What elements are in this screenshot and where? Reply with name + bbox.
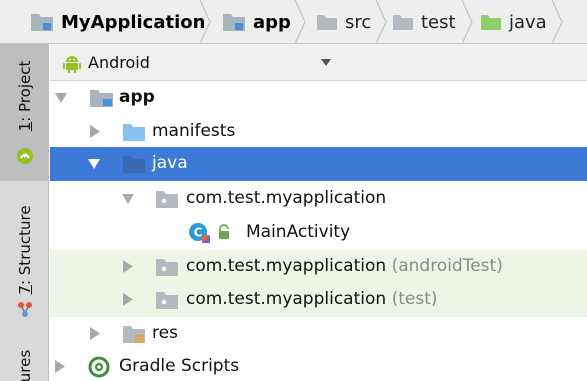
collapsed-arrow-icon[interactable]	[55, 360, 65, 373]
source-folder-icon	[123, 156, 145, 173]
tree-node-label: manifests	[152, 121, 236, 141]
module-folder-icon	[90, 90, 113, 107]
breadcrumb-label: test	[421, 11, 456, 33]
gradle-icon	[88, 356, 110, 378]
breadcrumb-separator-icon	[294, 0, 306, 44]
breadcrumb-separator-icon	[551, 0, 563, 44]
tool-window-strip: 1: Project 7: Structure ures	[0, 44, 49, 381]
tree-node-label: com.test.myapplication	[186, 188, 387, 208]
collapsed-arrow-icon[interactable]	[90, 327, 100, 340]
breadcrumb-label: MyApplication	[61, 11, 206, 33]
tree-node-package-main[interactable]: com.test.myapplication	[50, 182, 587, 216]
tool-window-tab-project[interactable]: 1: Project	[0, 44, 49, 181]
breadcrumb-item-src[interactable]: src	[316, 0, 371, 44]
tree-node-manifests[interactable]: manifests	[50, 115, 587, 149]
tree-node-main-activity[interactable]: C MainActivity	[50, 216, 587, 250]
structure-icon	[18, 302, 32, 317]
breadcrumb-label: src	[345, 11, 372, 33]
tree-node-app[interactable]: app	[50, 81, 587, 115]
tree-node-suffix: (androidTest)	[391, 256, 503, 276]
collapsed-arrow-icon[interactable]	[90, 125, 100, 138]
tool-window-tab-label: ures	[15, 349, 34, 381]
package-icon	[156, 191, 178, 208]
module-folder-icon	[31, 14, 53, 31]
tool-window-tab-favorites[interactable]: ures	[0, 344, 49, 381]
tree-node-package-test[interactable]: com.test.myapplication (test)	[50, 283, 587, 317]
breadcrumb-label: app	[253, 11, 291, 33]
breadcrumb-separator-icon	[461, 0, 473, 44]
breadcrumb-separator-icon	[199, 0, 211, 44]
tree-node-label: com.test.myapplication (androidTest)	[186, 256, 503, 276]
svg-text:C: C	[194, 226, 203, 240]
tree-node-gradle-scripts[interactable]: Gradle Scripts	[50, 350, 587, 381]
kotlin-class-icon: C	[189, 223, 210, 243]
android-project-icon	[17, 148, 33, 164]
tree-node-label: app	[119, 87, 155, 107]
lock-icon	[219, 224, 229, 239]
tree-node-res[interactable]: res	[50, 317, 587, 351]
folder-icon	[393, 15, 413, 30]
collapsed-arrow-icon[interactable]	[123, 293, 133, 306]
package-icon	[156, 292, 178, 309]
breadcrumb-item-java[interactable]: java	[480, 0, 547, 44]
folder-icon	[317, 15, 337, 30]
expanded-arrow-icon[interactable]	[88, 159, 100, 169]
module-folder-icon	[223, 14, 245, 31]
green-folder-icon	[481, 15, 501, 30]
breadcrumb-item-app[interactable]: app	[222, 0, 291, 44]
tree-node-label: res	[152, 323, 178, 343]
project-view-selector[interactable]: Android	[50, 44, 587, 81]
breadcrumb-item-test[interactable]: test	[392, 0, 456, 44]
expanded-arrow-icon[interactable]	[122, 194, 134, 204]
view-selector-label: Android	[88, 53, 150, 72]
android-icon	[63, 56, 81, 73]
tree-node-label: Gradle Scripts	[119, 356, 240, 376]
package-icon	[156, 259, 178, 276]
dropdown-arrow-icon[interactable]	[320, 58, 332, 67]
resource-folder-icon	[123, 326, 145, 343]
collapsed-arrow-icon[interactable]	[123, 260, 133, 273]
tree-node-java[interactable]: java	[50, 147, 587, 181]
tree-node-package-android-test[interactable]: com.test.myapplication (androidTest)	[50, 250, 587, 284]
breadcrumb-separator-icon	[375, 0, 387, 44]
tool-window-tab-structure[interactable]: 7: Structure	[0, 194, 49, 324]
tree-node-label: com.test.myapplication (test)	[186, 289, 438, 309]
expanded-arrow-icon[interactable]	[55, 93, 67, 103]
tool-window-tab-label: 7: Structure	[15, 205, 34, 295]
tree-node-label: java	[152, 153, 188, 173]
tool-window-tab-label: 1: Project	[15, 60, 34, 132]
breadcrumb-item-myapplication[interactable]: MyApplication	[30, 0, 205, 44]
tree-node-label: MainActivity	[246, 222, 351, 242]
breadcrumb-label: java	[509, 11, 547, 33]
folder-icon	[123, 124, 145, 141]
navigation-bar: MyApplication app src test java	[0, 0, 587, 44]
tree-node-suffix: (test)	[391, 289, 438, 309]
